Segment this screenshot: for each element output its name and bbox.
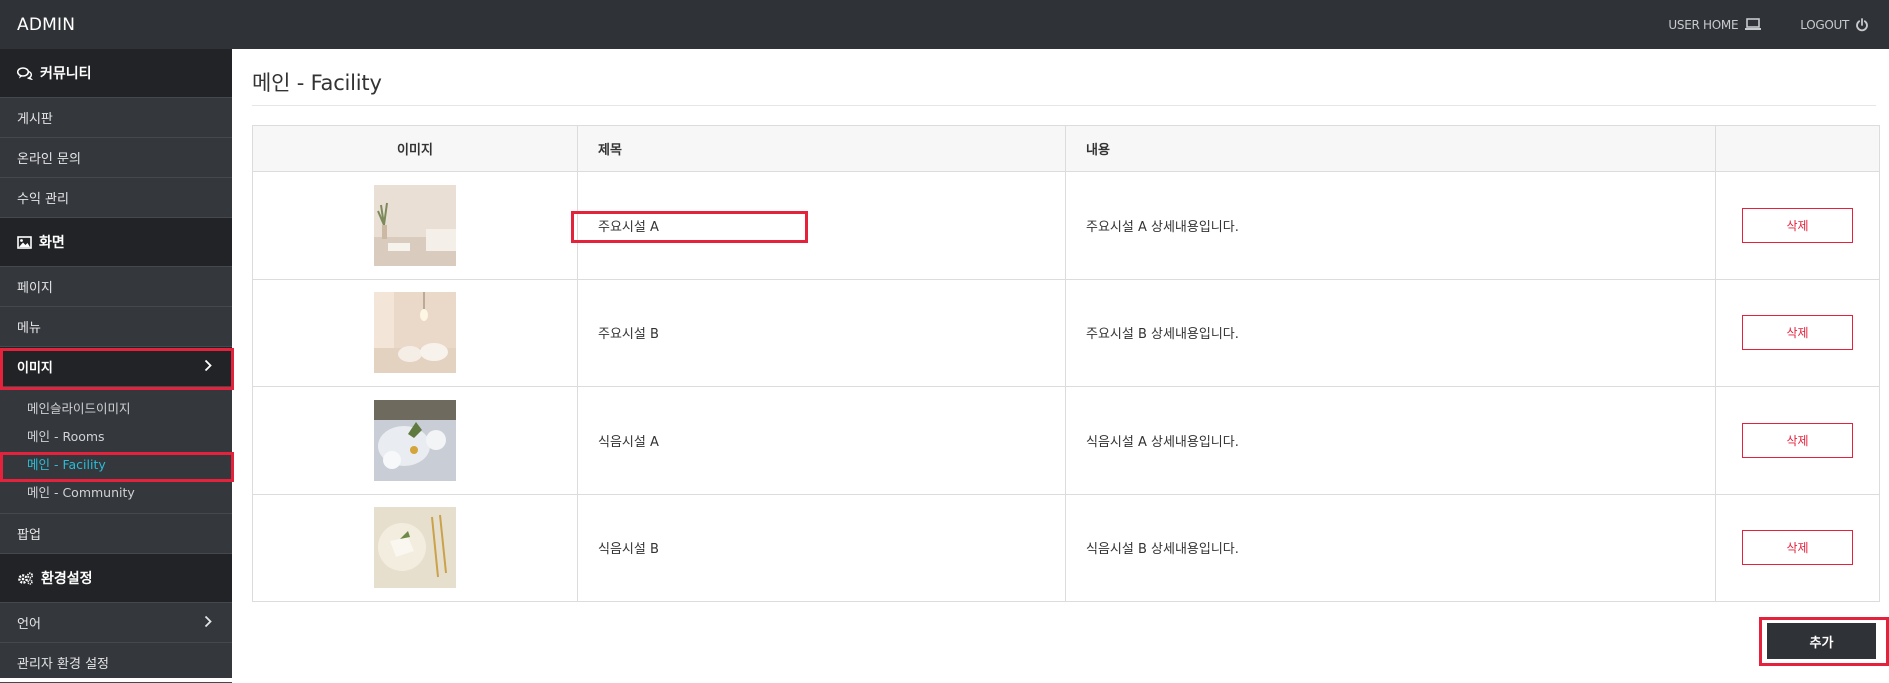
main-content: 메인 - Facility 이미지 제목 내용 주요시설 A 주요시설 A 상세… [232,49,1889,678]
table-row: 식음시설 A 식음시설 A 상세내용입니다. 삭제 [252,386,1880,495]
action-cell: 삭제 [1715,278,1880,387]
facility-thumbnail[interactable] [374,184,456,266]
content-cell: 주요시설 A 상세내용입니다. [1065,171,1716,280]
content-cell: 주요시설 B 상세내용입니다. [1065,278,1716,387]
table-row: 식음시설 B 식음시설 B 상세내용입니다. 삭제 [252,493,1880,602]
column-header-content: 내용 [1065,125,1716,172]
power-icon [1856,17,1868,31]
title-cell: 주요시설 B [577,278,1066,387]
facility-thumbnail[interactable] [374,292,456,374]
sidebar-section-settings[interactable]: 환경설정 [0,554,232,603]
action-cell: 삭제 [1715,493,1880,602]
action-cell: 삭제 [1715,171,1880,280]
delete-button[interactable]: 삭제 [1742,207,1853,243]
column-header-actions [1715,125,1880,172]
image-icon [17,235,32,249]
sidebar: 커뮤니티 게시판 온라인 문의 수익 관리 화면 페이지 메뉴 이미지 메인슬라… [0,49,232,683]
logout-label: LOGOUT [1800,17,1849,32]
top-bar: ADMIN USER HOME LOGOUT [0,0,1889,49]
sidebar-subitem-main-slide[interactable]: 메인슬라이드이미지 [0,393,232,421]
sidebar-item-admin-settings[interactable]: 관리자 환경 설정 [0,643,232,683]
sidebar-item-image[interactable]: 이미지 [0,347,232,387]
content-cell: 식음시설 B 상세내용입니다. [1065,493,1716,602]
laptop-icon [1745,18,1762,30]
sidebar-item-online-inquiry[interactable]: 온라인 문의 [0,138,232,178]
user-home-label: USER HOME [1668,17,1739,32]
title-cell: 주요시설 A [577,171,1066,280]
column-header-image: 이미지 [252,125,578,172]
sidebar-section-label: 환경설정 [41,571,93,587]
image-cell [252,171,578,280]
title-divider [252,105,1876,106]
sidebar-subitem-main-rooms[interactable]: 메인 - Rooms [0,421,232,449]
title-cell: 식음시설 B [577,493,1066,602]
image-cell [252,493,578,602]
user-home-link[interactable]: USER HOME [1668,18,1762,32]
delete-button[interactable]: 삭제 [1742,422,1853,458]
title-cell: 식음시설 A [577,386,1066,495]
image-cell [252,278,578,387]
sidebar-item-language[interactable]: 언어 [0,603,232,643]
sidebar-section-community[interactable]: 커뮤니티 [0,49,232,98]
content-cell: 식음시설 A 상세내용입니다. [1065,386,1716,495]
sidebar-subitem-main-facility[interactable]: 메인 - Facility [0,449,232,477]
image-cell [252,386,578,495]
sidebar-item-revenue[interactable]: 수익 관리 [0,178,232,218]
gears-icon [18,571,34,585]
facility-thumbnail[interactable] [374,507,456,589]
table-header-row: 이미지 제목 내용 [252,125,1880,172]
table-row: 주요시설 A 주요시설 A 상세내용입니다. 삭제 [252,171,1880,280]
sidebar-item-popup[interactable]: 팝업 [0,514,232,554]
add-button[interactable]: 추가 [1767,623,1876,659]
facility-thumbnail[interactable] [374,399,456,481]
chevron-right-icon [204,615,212,628]
sidebar-image-submenu: 메인슬라이드이미지 메인 - Rooms 메인 - Facility 메인 - … [0,387,232,514]
delete-button[interactable]: 삭제 [1742,315,1853,351]
sidebar-item-label: 이미지 [17,361,53,376]
logout-link[interactable]: LOGOUT [1800,18,1869,32]
sidebar-subitem-main-community[interactable]: 메인 - Community [0,477,232,505]
sidebar-section-screen[interactable]: 화면 [0,218,232,267]
column-header-title: 제목 [577,125,1066,172]
sidebar-item-page[interactable]: 페이지 [0,267,232,307]
brand-logo[interactable]: ADMIN [17,15,75,35]
sidebar-item-menu[interactable]: 메뉴 [0,307,232,347]
sidebar-item-board[interactable]: 게시판 [0,98,232,138]
sidebar-item-label: 언어 [17,617,41,632]
facility-table: 이미지 제목 내용 주요시설 A 주요시설 A 상세내용입니다. 삭제 주요시설… [252,125,1880,602]
action-cell: 삭제 [1715,386,1880,495]
table-row: 주요시설 B 주요시설 B 상세내용입니다. 삭제 [252,278,1880,387]
page-title: 메인 - Facility [252,71,382,95]
chat-bubbles-icon [17,66,33,80]
top-actions: USER HOME LOGOUT [1630,0,1889,49]
chevron-right-icon [204,359,212,372]
sidebar-section-label: 커뮤니티 [40,66,92,82]
sidebar-section-label: 화면 [39,235,65,251]
delete-button[interactable]: 삭제 [1742,530,1853,566]
